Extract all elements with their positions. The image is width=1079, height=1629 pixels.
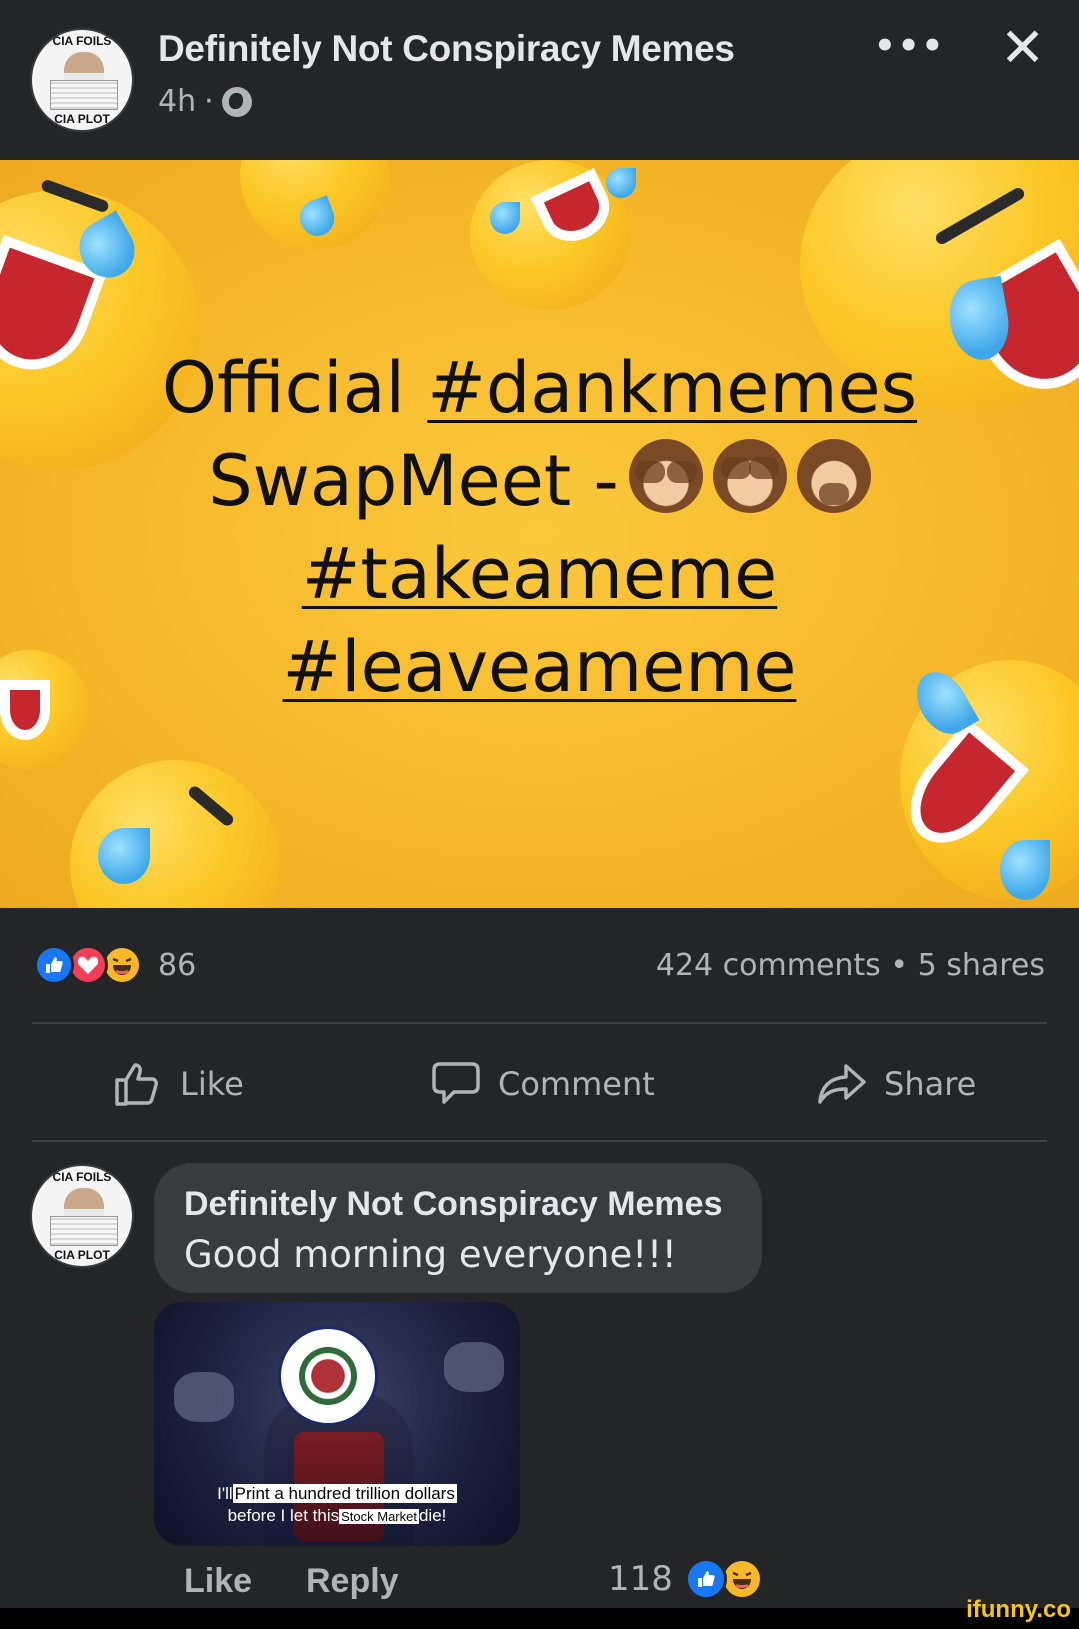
post-header: CIA FOILS CIA PLOT Definitely Not Conspi…: [0, 0, 1079, 160]
comment-reaction-count: 118: [608, 1559, 673, 1599]
avatar-newspaper: [50, 1216, 118, 1246]
divider-bottom: [32, 1140, 1047, 1142]
reactions-summary[interactable]: 86: [34, 945, 196, 985]
federal-reserve-seal-icon: [278, 1326, 378, 1426]
like-button-label: Like: [180, 1065, 244, 1103]
see-no-evil-monkey-icon: [712, 439, 787, 513]
laughing-face-decoration: [70, 760, 280, 908]
love-reaction-icon: [68, 945, 108, 985]
like-button[interactable]: Like: [112, 1058, 244, 1110]
meta-separator: ·: [204, 84, 214, 119]
caption-highlight: Print a hundred trillion dollars: [232, 1484, 457, 1503]
see-no-evil-monkey-icon: [628, 439, 703, 513]
ghoul-hand-left: [174, 1372, 234, 1422]
post-author-name[interactable]: Definitely Not Conspiracy Memes: [158, 28, 735, 70]
close-icon[interactable]: ✕: [1000, 16, 1045, 79]
comment-author-name[interactable]: Definitely Not Conspiracy Memes: [184, 1185, 722, 1224]
hashtag-leaveameme: #leaveameme: [282, 626, 797, 708]
caption-highlight: Stock Market: [339, 1509, 419, 1524]
comment-like-button[interactable]: Like: [184, 1562, 252, 1601]
comment-reply-button[interactable]: Reply: [306, 1562, 399, 1601]
image-headline: Official #dankmemes SwapMeet - #takeamem…: [0, 342, 1079, 714]
tear-drop-decoration: [606, 168, 636, 198]
haha-reaction-icon: [102, 945, 142, 985]
image-caption-line-1: I'll Print a hundred trillion dollars: [154, 1484, 520, 1504]
share-button-label: Share: [884, 1065, 977, 1103]
headline-line-3: #takeameme: [0, 528, 1079, 621]
comment-button-label: Comment: [498, 1065, 655, 1103]
comment-icon: [432, 1062, 480, 1104]
tear-drop-decoration: [98, 828, 150, 884]
headline-line-4: #leaveameme: [0, 621, 1079, 714]
thumbs-up-icon: [115, 1063, 158, 1106]
like-reaction-icon: [684, 1558, 727, 1600]
post-timestamp[interactable]: 4h: [158, 84, 196, 119]
footer-bar: [0, 1608, 1079, 1629]
headline-swapmeet-text: SwapMeet -: [208, 440, 619, 522]
caption-suffix: die!: [418, 1506, 447, 1525]
divider-top: [32, 1022, 1047, 1024]
caption-prefix: I'll: [217, 1484, 233, 1503]
ifunny-watermark: ifunny.co: [966, 1596, 1071, 1623]
headline-line-1: Official #dankmemes: [0, 342, 1079, 435]
image-caption-line-2: before I let this Stock Market die!: [154, 1506, 520, 1526]
haha-reaction-icon: [720, 1558, 763, 1600]
share-button[interactable]: Share: [816, 1058, 976, 1110]
comments-shares-count[interactable]: 424 comments • 5 shares: [656, 948, 1045, 983]
comment-text: Good morning everyone!!!: [184, 1233, 677, 1276]
avatar-text-top: CIA FOILS: [52, 1170, 112, 1184]
more-options-icon[interactable]: •••: [874, 26, 945, 66]
hashtag-takeameme: #takeameme: [301, 533, 778, 615]
headline-line-2: SwapMeet -: [0, 435, 1079, 528]
tear-drop-decoration: [490, 202, 520, 234]
avatar-text-bottom: CIA PLOT: [54, 112, 110, 126]
comment-button[interactable]: Comment: [430, 1058, 655, 1110]
tear-drop-decoration: [1000, 840, 1050, 900]
share-arrow-icon: [818, 1064, 866, 1104]
globe-icon: [221, 86, 252, 117]
headline-official-text: Official: [161, 347, 428, 429]
avatar-newspaper: [50, 80, 118, 110]
hashtag-dankmemes: #dankmemes: [427, 347, 918, 429]
comment-attached-image[interactable]: I'll Print a hundred trillion dollars bef…: [154, 1302, 520, 1546]
avatar-text-bottom: CIA PLOT: [54, 1248, 110, 1262]
post-image[interactable]: Official #dankmemes SwapMeet - #takeamem…: [0, 160, 1079, 908]
reaction-count: 86: [158, 947, 197, 983]
speak-no-evil-monkey-icon: [796, 439, 871, 513]
commenter-avatar[interactable]: CIA FOILS CIA PLOT: [30, 1164, 134, 1268]
page-avatar[interactable]: CIA FOILS CIA PLOT: [30, 28, 134, 132]
post-meta: 4h ·: [158, 84, 252, 119]
comment-bubble[interactable]: Definitely Not Conspiracy Memes Good mor…: [154, 1163, 762, 1293]
like-reaction-icon: [34, 945, 74, 985]
caption-prefix: before I let this: [227, 1506, 340, 1525]
avatar-text-top: CIA FOILS: [52, 34, 112, 48]
ghoul-hand-right: [444, 1342, 504, 1392]
comment-reactions[interactable]: 118: [608, 1558, 763, 1600]
